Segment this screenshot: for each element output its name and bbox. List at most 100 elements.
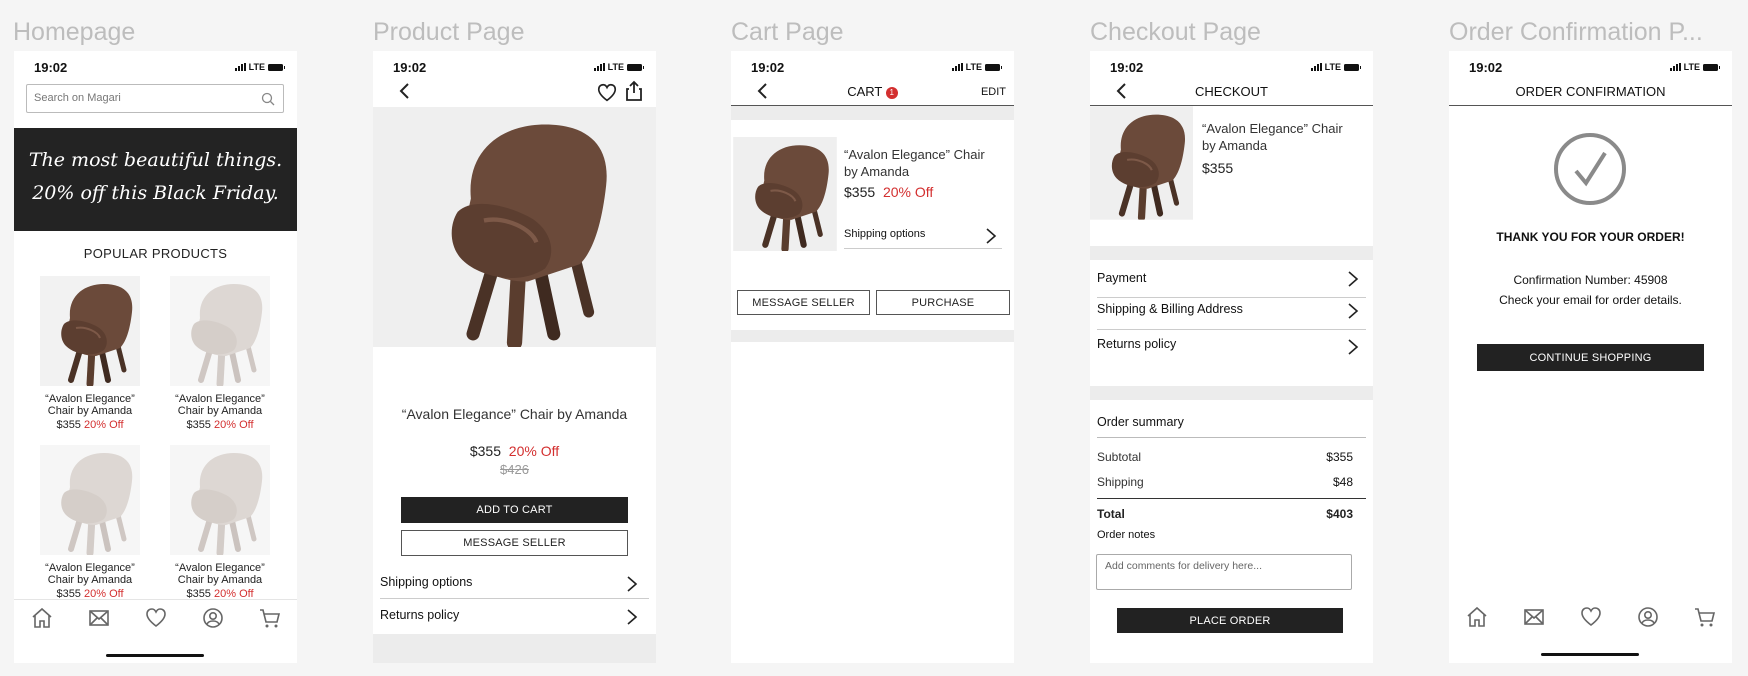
cart-item[interactable]: “Avalon Elegance” Chair by Amanda $355 20…: [731, 120, 1014, 255]
network-label: LTE: [1683, 62, 1700, 72]
heart-icon[interactable]: [596, 82, 618, 104]
nav-bar: CHECKOUT: [1090, 77, 1373, 105]
signal-indicator: LTE: [234, 62, 285, 72]
status-time: 19:02: [1469, 60, 1503, 75]
signal-icon: [951, 63, 963, 71]
share-icon[interactable]: [624, 80, 644, 102]
product-price: $355: [469, 443, 502, 459]
mail-icon[interactable]: [1522, 605, 1546, 629]
status-bar: 19:02 LTE: [373, 51, 656, 85]
banner-line-2: 20% off this Black Friday.: [32, 182, 279, 204]
signal-icon: [1310, 63, 1322, 71]
home-icon[interactable]: [1465, 605, 1489, 629]
chevron-right-icon: [625, 575, 639, 593]
item-price: $355: [1202, 160, 1234, 176]
product-screen: 19:02 LTE “Avalon Elegance” Chair by Ama…: [373, 51, 656, 663]
back-chevron-icon[interactable]: [395, 81, 415, 101]
profile-icon[interactable]: [201, 606, 225, 630]
frame-title-checkout: Checkout Page: [1090, 18, 1261, 46]
page-title: ORDER CONFIRMATION: [1515, 84, 1666, 99]
chevron-right-icon[interactable]: [984, 227, 998, 245]
divider: [1097, 437, 1366, 438]
discount-label: 20% Off: [508, 443, 560, 459]
banner-line-1: The most beautiful things.: [28, 149, 283, 171]
network-label: LTE: [1324, 62, 1341, 72]
search-icon[interactable]: [261, 92, 275, 106]
purchase-button[interactable]: PURCHASE: [876, 290, 1010, 315]
nav-divider: [1449, 105, 1732, 106]
signal-icon: [1669, 63, 1681, 71]
returns-policy-label: Returns policy: [1097, 337, 1177, 351]
nav-bar: ORDER CONFIRMATION: [1449, 77, 1732, 105]
product-card[interactable]: “Avalon Elegance” Chair by Amanda $355 20…: [34, 445, 146, 600]
chevron-right-icon: [1346, 338, 1360, 356]
confirmation-screen: 19:02 LTE ORDER CONFIRMATION THANK YOU F…: [1449, 51, 1732, 663]
product-hero-image: [373, 107, 656, 347]
bottom-spacer: [373, 634, 656, 663]
message-seller-button[interactable]: MESSAGE SELLER: [401, 530, 628, 556]
place-order-button[interactable]: PLACE ORDER: [1117, 608, 1343, 633]
network-label: LTE: [965, 62, 982, 72]
chair-image: [40, 445, 140, 555]
divider: [844, 248, 1002, 249]
search-input[interactable]: Search on Magari: [26, 84, 284, 113]
frame-title-homepage: Homepage: [13, 18, 136, 46]
checkout-screen: 19:02 LTE CHECKOUT “Avalon Elegance” Cha…: [1090, 51, 1373, 663]
mail-icon[interactable]: [87, 606, 111, 630]
product-card[interactable]: “Avalon Elegance” Chair by Amanda $355 20…: [164, 445, 276, 600]
homepage-screen: 19:02 LTE Search on Magari The most beau…: [14, 51, 297, 663]
add-to-cart-button[interactable]: ADD TO CART: [401, 497, 628, 523]
cart-icon[interactable]: [258, 606, 282, 630]
message-seller-button[interactable]: MESSAGE SELLER: [737, 290, 870, 315]
old-price: $426: [500, 462, 529, 477]
status-time: 19:02: [34, 60, 68, 75]
battery-icon: [627, 63, 644, 71]
returns-policy-row[interactable]: Returns policy: [373, 600, 656, 632]
chair-image: [40, 276, 140, 386]
total-row: Total $403: [1097, 507, 1353, 521]
shipping-billing-row[interactable]: Shipping & Billing Address: [1090, 294, 1373, 324]
home-icon[interactable]: [30, 606, 54, 630]
checkmark-circle-icon: [1554, 133, 1626, 205]
edit-button[interactable]: EDIT: [981, 86, 1006, 98]
spacer: [1090, 246, 1373, 260]
chevron-right-icon: [1346, 270, 1360, 288]
chevron-right-icon: [1346, 302, 1360, 320]
tab-bar: [1449, 599, 1732, 663]
product-card[interactable]: “Avalon Elegance” Chair by Amanda $355 20…: [34, 276, 146, 431]
product-name: “Avalon Elegance” Chair by Amanda: [45, 393, 135, 417]
section-title: POPULAR PRODUCTS: [83, 246, 228, 261]
battery-icon: [1344, 63, 1361, 71]
product-name: “Avalon Elegance” Chair by Amanda: [175, 393, 265, 417]
chair-image: [170, 276, 270, 386]
shipping-options-label[interactable]: Shipping options: [844, 228, 925, 240]
product-price: $355 20% Off: [56, 419, 124, 431]
cart-count-badge: 1: [885, 87, 898, 99]
chair-image: [1090, 106, 1193, 220]
promo-banner[interactable]: The most beautiful things. 20% off this …: [14, 128, 297, 231]
chair-image: [733, 137, 837, 251]
returns-policy-row[interactable]: Returns policy: [1090, 329, 1373, 359]
network-label: LTE: [248, 62, 265, 72]
returns-policy-label: Returns policy: [380, 608, 460, 622]
shipping-options-label: Shipping options: [380, 575, 473, 589]
spacer: [731, 330, 1014, 342]
order-summary-title: Order summary: [1097, 415, 1184, 429]
item-name: “Avalon Elegance” Chair by Amanda: [844, 147, 985, 179]
continue-shopping-button[interactable]: CONTINUE SHOPPING: [1477, 344, 1704, 371]
spacer: [731, 106, 1014, 120]
battery-icon: [268, 63, 285, 71]
payment-row[interactable]: Payment: [1090, 263, 1373, 293]
profile-icon[interactable]: [1636, 605, 1660, 629]
shipping-options-row[interactable]: Shipping options: [373, 566, 656, 598]
cart-icon[interactable]: [1693, 605, 1717, 629]
chevron-right-icon: [625, 608, 639, 626]
heart-icon[interactable]: [144, 606, 168, 630]
product-card[interactable]: “Avalon Elegance” Chair by Amanda $355 20…: [164, 276, 276, 431]
signal-indicator: LTE: [1669, 62, 1720, 72]
divider: [380, 598, 649, 599]
signal-indicator: LTE: [1310, 62, 1361, 72]
heart-icon[interactable]: [1579, 605, 1603, 629]
frame-title-product: Product Page: [373, 18, 525, 46]
order-notes-field[interactable]: Add comments for delivery here...: [1096, 554, 1352, 590]
